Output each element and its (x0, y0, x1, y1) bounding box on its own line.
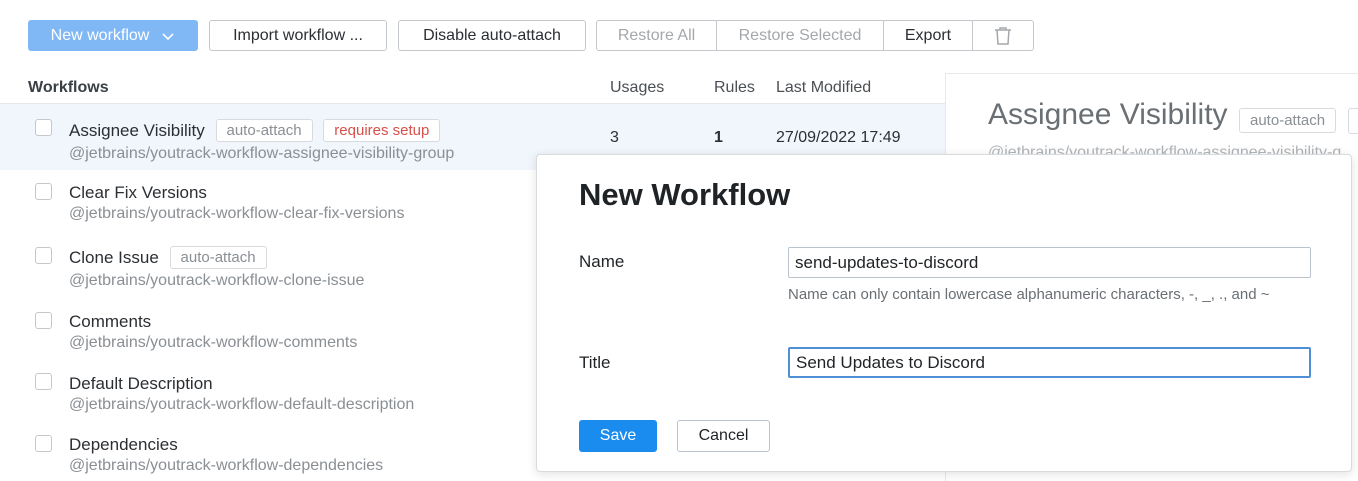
workflow-package: @jetbrains/youtrack-workflow-assignee-vi… (69, 145, 455, 162)
title-input[interactable] (788, 347, 1311, 378)
delete-button[interactable] (973, 21, 1033, 50)
new-workflow-dialog: New Workflow Name Name can only contain … (536, 154, 1352, 472)
title-label: Title (579, 353, 611, 372)
new-workflow-button[interactable]: New workflow (28, 20, 198, 51)
name-hint: Name can only contain lowercase alphanum… (788, 286, 1270, 303)
row-checkbox[interactable] (35, 247, 52, 264)
column-header-usages[interactable]: Usages (610, 79, 664, 97)
workflow-title[interactable]: Assignee Visibility auto-attach requires… (69, 119, 441, 142)
row-checkbox[interactable] (35, 373, 52, 390)
row-checkbox[interactable] (35, 183, 52, 200)
workflow-package: @jetbrains/youtrack-workflow-comments (69, 334, 358, 351)
usages-cell: 3 (610, 129, 619, 146)
row-checkbox[interactable] (35, 119, 52, 136)
restore-all-button[interactable]: Restore All (597, 21, 717, 50)
workflow-package: @jetbrains/youtrack-workflow-clone-issue (69, 272, 365, 289)
export-button[interactable]: Export (884, 21, 973, 50)
workflow-package: @jetbrains/youtrack-workflow-clear-fix-v… (69, 205, 405, 222)
detail-auto-attach-tag: auto-attach (1239, 108, 1337, 133)
detail-tag-partial (1348, 108, 1358, 134)
column-header-workflows: Workflows (28, 79, 109, 96)
workflow-title[interactable]: Clone Issue auto-attach (69, 246, 267, 269)
column-header-rules[interactable]: Rules (714, 79, 755, 97)
workflow-title[interactable]: Comments (69, 312, 151, 332)
new-workflow-label: New workflow (50, 26, 150, 44)
workflows-page: New workflow Import workflow ... Disable… (0, 0, 1358, 481)
chevron-down-icon (162, 32, 174, 40)
workflow-package: @jetbrains/youtrack-workflow-dependencie… (69, 457, 384, 474)
requires-setup-tag: requires setup (323, 119, 441, 142)
name-input[interactable] (788, 247, 1311, 278)
workflow-title[interactable]: Clear Fix Versions (69, 183, 207, 203)
row-checkbox[interactable] (35, 312, 52, 329)
workflow-title[interactable]: Dependencies (69, 435, 178, 455)
dialog-title: New Workflow (579, 177, 791, 212)
workflow-package: @jetbrains/youtrack-workflow-default-des… (69, 396, 415, 413)
import-workflow-button[interactable]: Import workflow ... (209, 20, 387, 51)
save-button[interactable]: Save (579, 420, 657, 452)
disable-auto-attach-button[interactable]: Disable auto-attach (398, 20, 586, 51)
name-label: Name (579, 252, 625, 271)
last-modified-cell: 27/09/2022 17:49 (776, 129, 901, 146)
detail-title: Assignee Visibility (988, 98, 1228, 131)
rules-cell: 1 (714, 129, 723, 146)
workflow-title-text: Clone Issue (69, 248, 159, 267)
restore-export-group: Restore All Restore Selected Export (596, 20, 1034, 51)
restore-selected-button[interactable]: Restore Selected (717, 21, 884, 50)
cancel-button[interactable]: Cancel (677, 420, 770, 452)
trash-icon (995, 26, 1011, 45)
workflow-title-text: Assignee Visibility (69, 121, 205, 140)
column-header-last-modified[interactable]: Last Modified (776, 79, 871, 97)
auto-attach-tag: auto-attach (169, 246, 267, 269)
row-checkbox[interactable] (35, 435, 52, 452)
auto-attach-tag: auto-attach (215, 119, 313, 142)
workflow-title[interactable]: Default Description (69, 374, 213, 394)
